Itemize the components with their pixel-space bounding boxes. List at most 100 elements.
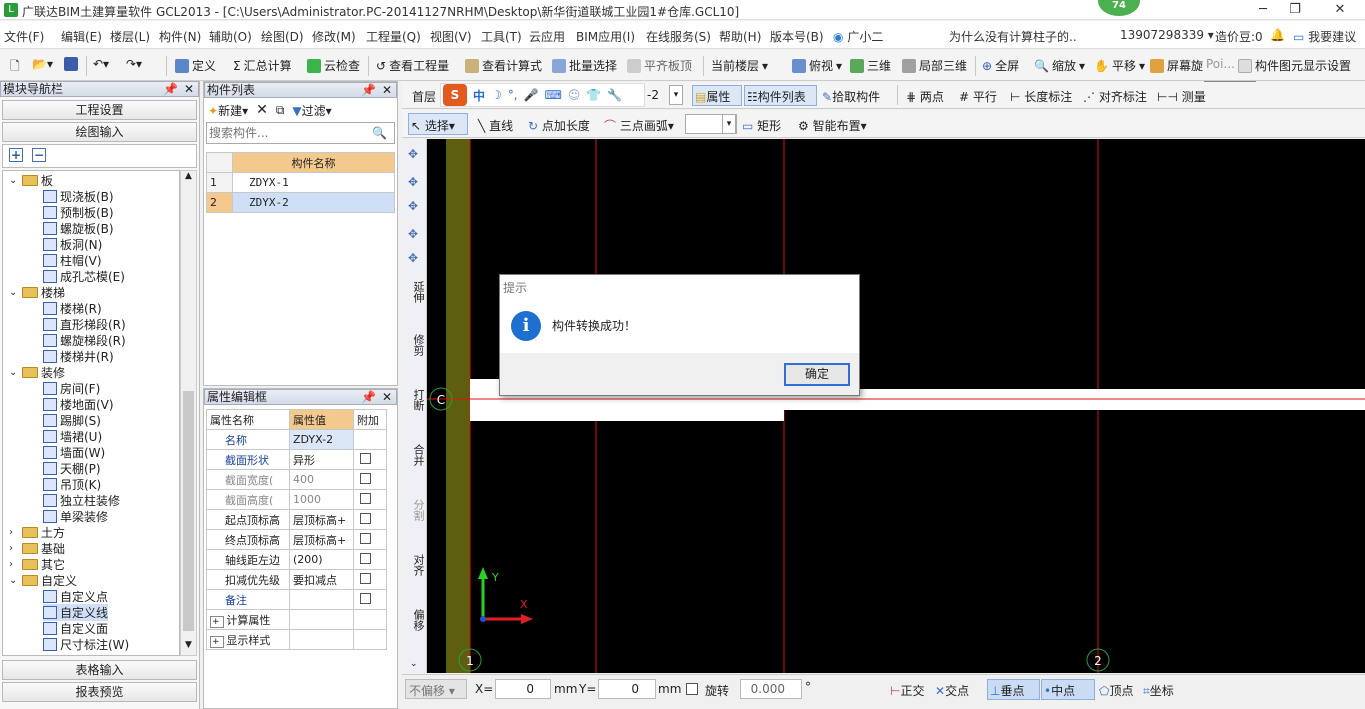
zoom-button[interactable]: 🔍 缩放 ▾ bbox=[1034, 57, 1085, 74]
three-d-button[interactable]: 三维 bbox=[850, 57, 891, 74]
define-button[interactable]: 定义 bbox=[175, 57, 216, 74]
menu-item[interactable]: 版本号(B) bbox=[770, 28, 824, 45]
intersect-snap[interactable]: ✕交点 bbox=[935, 682, 969, 699]
attach-checkbox[interactable] bbox=[360, 592, 371, 604]
top-view-button[interactable]: 俯视 ▾ bbox=[792, 57, 842, 74]
line-button[interactable]: ╲ 直线 bbox=[478, 117, 513, 134]
property-row[interactable]: + 显示样式 bbox=[206, 629, 387, 650]
microphone-icon[interactable]: 🎤 bbox=[524, 88, 539, 102]
property-value[interactable]: (200) bbox=[289, 549, 354, 570]
expand-icon[interactable]: › bbox=[9, 559, 19, 570]
scroll-down-icon[interactable]: ▼ bbox=[181, 640, 196, 655]
attach-checkbox[interactable] bbox=[360, 532, 371, 544]
undo-icon[interactable]: ↶▾ bbox=[93, 57, 109, 71]
midpoint-snap[interactable]: •中点 bbox=[1041, 679, 1095, 700]
measure-button[interactable]: ⊢⊣ 测量 bbox=[1157, 88, 1206, 105]
align-dim-button[interactable]: ⋰ 对齐标注 bbox=[1083, 88, 1147, 105]
table-row[interactable]: 2 ZDYX-2 bbox=[206, 192, 395, 213]
drawing-input-button[interactable]: 绘图输入 bbox=[2, 122, 197, 142]
tree-item[interactable]: 现浇板(B) bbox=[43, 188, 114, 205]
tree-scrollbar[interactable]: ▲ ▼ bbox=[180, 170, 197, 656]
menu-item[interactable]: 构件(N) bbox=[159, 28, 201, 45]
side-tool-6[interactable]: 偏移 bbox=[405, 609, 425, 631]
tree-item[interactable]: 单梁装修 bbox=[43, 508, 108, 525]
expand-icon[interactable]: › bbox=[9, 543, 19, 554]
attribute-button[interactable]: ▤属性 bbox=[692, 85, 742, 106]
menu-item[interactable]: 视图(V) bbox=[430, 28, 472, 45]
chinese-mode-icon[interactable]: 中 bbox=[473, 87, 485, 104]
property-row[interactable]: 扣减优先级 要扣减点 bbox=[206, 569, 387, 590]
tree-item[interactable]: 墙面(W) bbox=[43, 444, 105, 461]
collapse-all-icon[interactable]: − bbox=[32, 148, 46, 162]
edit-tool-icon[interactable]: ✥ bbox=[408, 199, 418, 213]
shirt-icon[interactable]: 👕 bbox=[586, 88, 601, 102]
select-button[interactable]: ↖ 选择▾ bbox=[408, 113, 468, 135]
side-tool-1[interactable]: 修剪 bbox=[405, 334, 425, 356]
cost-beans[interactable]: 造价豆:0 bbox=[1215, 28, 1263, 45]
pick-component-button[interactable]: ✎拾取构件 bbox=[822, 88, 880, 105]
property-row[interactable]: 起点顶标高 层顶标高+ bbox=[206, 509, 387, 530]
drawing-canvas[interactable]: C 1 2 Y X bbox=[427, 139, 1365, 673]
tree-item[interactable]: 柱帽(V) bbox=[43, 252, 102, 269]
attach-checkbox[interactable] bbox=[360, 452, 371, 464]
component-list-button[interactable]: ☷构件列表 bbox=[744, 85, 817, 106]
tree-item[interactable]: 独立柱装修 bbox=[43, 492, 120, 509]
x-coordinate-input[interactable]: 0 bbox=[495, 679, 551, 699]
close-panel-icon[interactable]: ✕ bbox=[382, 390, 392, 404]
edit-tool-icon[interactable]: ✥ bbox=[408, 251, 418, 265]
full-screen-button[interactable]: ⊕ 全屏 bbox=[982, 57, 1019, 74]
property-row[interactable]: 轴线距左边 (200) bbox=[206, 549, 387, 570]
property-row[interactable]: 截面高度(1000 bbox=[206, 489, 387, 510]
menu-item[interactable]: 修改(M) bbox=[312, 28, 356, 45]
users-icon[interactable]: ☺ bbox=[568, 88, 581, 102]
project-settings-button[interactable]: 工程设置 bbox=[2, 100, 197, 120]
menu-item[interactable]: 编辑(E) bbox=[61, 28, 102, 45]
property-value[interactable]: 层顶标高+ bbox=[289, 529, 354, 550]
tree-item[interactable]: 成孔芯模(E) bbox=[43, 268, 125, 285]
property-row[interactable]: 截面形状 异形 bbox=[206, 449, 387, 470]
tree-item[interactable]: 自定义点 bbox=[43, 588, 108, 605]
batch-select-button[interactable]: 批量选择 bbox=[552, 57, 617, 74]
tree-folder[interactable]: › 基础 bbox=[9, 540, 65, 557]
flat-slab-button[interactable]: 平齐板顶 bbox=[627, 57, 692, 74]
punctuation-icon[interactable]: °, bbox=[508, 88, 518, 102]
bell-icon[interactable]: 🔔 bbox=[1270, 28, 1285, 42]
attach-checkbox[interactable] bbox=[360, 472, 371, 484]
delete-icon[interactable]: ✕ bbox=[256, 102, 268, 118]
side-tool-3[interactable]: 合并 bbox=[405, 444, 425, 466]
tree-item[interactable]: 吊顶(K) bbox=[43, 476, 101, 493]
tree-item[interactable]: 天棚(P) bbox=[43, 460, 101, 477]
tree-folder[interactable]: ⌄ 自定义 bbox=[9, 572, 77, 589]
property-value[interactable] bbox=[289, 609, 354, 630]
rotate-angle-input[interactable]: 0.000 bbox=[740, 679, 802, 699]
ortho-snap[interactable]: ⊢正交 bbox=[890, 682, 924, 699]
restore-icon[interactable]: ❐ bbox=[1280, 1, 1310, 19]
view-quantity-button[interactable]: ↺ 查看工程量 bbox=[376, 57, 449, 74]
close-panel-icon[interactable]: ✕ bbox=[184, 82, 194, 96]
length-dim-button[interactable]: ⊢ 长度标注 bbox=[1010, 88, 1072, 105]
tree-item[interactable]: 板洞(N) bbox=[43, 236, 102, 253]
tree-item[interactable]: 螺旋梯段(R) bbox=[43, 332, 126, 349]
attach-checkbox[interactable] bbox=[360, 552, 371, 564]
guangxiaoer-menu[interactable]: ◉ 广小二 bbox=[833, 28, 883, 45]
parallel-button[interactable]: # 平行 bbox=[959, 88, 997, 105]
arc-button[interactable]: ⌒ 三点画弧▾ bbox=[604, 117, 674, 134]
tree-item[interactable]: 踢脚(S) bbox=[43, 412, 101, 429]
attach-checkbox[interactable] bbox=[360, 572, 371, 584]
side-tool-0[interactable]: 延伸 bbox=[405, 281, 425, 303]
tree-item[interactable]: 直形梯段(R) bbox=[43, 316, 126, 333]
offset-mode-select[interactable]: 不偏移 ▾ bbox=[405, 679, 467, 699]
new-file-icon[interactable]: 🗋 bbox=[10, 57, 20, 78]
suggest-button[interactable]: ▭ 我要建议 bbox=[1293, 28, 1356, 45]
filter-button[interactable]: ▼过滤▾ bbox=[292, 102, 331, 119]
menu-item[interactable]: 绘图(D) bbox=[261, 28, 304, 45]
sogou-icon[interactable]: S bbox=[443, 84, 467, 106]
property-value[interactable]: 层顶标高+ bbox=[289, 509, 354, 530]
sum-calc-button[interactable]: Σ 汇总计算 bbox=[233, 57, 292, 74]
collapse-icon[interactable]: ⌄ bbox=[9, 575, 19, 586]
pin-icon[interactable]: 📌 bbox=[361, 390, 376, 404]
menu-item[interactable]: 在线服务(S) bbox=[646, 28, 711, 45]
property-value[interactable]: 异形 bbox=[289, 449, 354, 470]
tree-folder[interactable]: › 土方 bbox=[9, 524, 65, 541]
edit-tool-icon[interactable]: ✥ bbox=[408, 147, 418, 161]
